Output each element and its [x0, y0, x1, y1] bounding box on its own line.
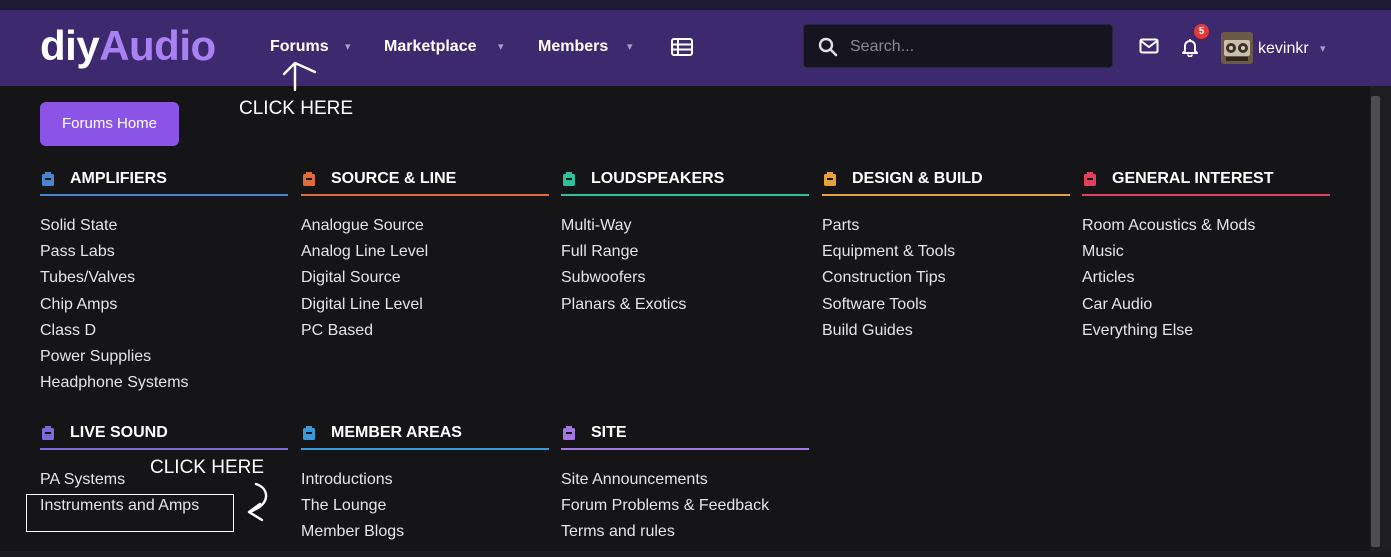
forum-link[interactable]: Articles: [1082, 265, 1255, 291]
category-title[interactable]: SITE: [591, 423, 627, 443]
forum-link[interactable]: Forum Problems & Feedback: [561, 493, 769, 519]
avatar[interactable]: [1221, 32, 1253, 64]
category-general-interest: GENERAL INTEREST Room Acoustics & Mods M…: [1082, 168, 1330, 339]
forum-link[interactable]: Class D: [40, 318, 189, 344]
forum-link[interactable]: Full Range: [561, 239, 686, 265]
forum-link[interactable]: Digital Line Level: [301, 292, 428, 318]
logo-diy: diy: [40, 22, 100, 69]
category-member-areas: MEMBER AREAS Introductions The Lounge Me…: [301, 422, 549, 540]
category-divider: [301, 448, 549, 450]
forum-link[interactable]: Power Supplies: [40, 344, 189, 370]
forum-link[interactable]: Analog Line Level: [301, 239, 428, 265]
forum-link[interactable]: Everything Else: [1082, 318, 1255, 344]
forum-link[interactable]: Introductions: [301, 467, 404, 493]
username[interactable]: kevinkr: [1258, 39, 1309, 59]
forum-link[interactable]: Room Acoustics & Mods: [1082, 213, 1255, 239]
forum-link[interactable]: Construction Tips: [822, 265, 955, 291]
category-title[interactable]: LIVE SOUND: [70, 423, 168, 443]
nav-forums[interactable]: Forums: [270, 37, 329, 57]
category-divider: [561, 194, 809, 196]
bell-icon[interactable]: [1181, 37, 1199, 62]
forum-link[interactable]: Solid State: [40, 213, 189, 239]
category-title[interactable]: DESIGN & BUILD: [852, 169, 983, 189]
up-arrow-annotation-icon: [282, 61, 317, 92]
forum-link[interactable]: Subwoofers: [561, 265, 686, 291]
curved-arrow-annotation-icon: [247, 482, 268, 522]
forum-link[interactable]: PC Based: [301, 318, 428, 344]
forum-link[interactable]: Tubes/Valves: [40, 265, 189, 291]
nav-members[interactable]: Members: [538, 37, 608, 57]
category-loudspeakers: LOUDSPEAKERS Multi-Way Full Range Subwoo…: [561, 168, 809, 313]
forum-link[interactable]: Site Announcements: [561, 467, 769, 493]
category-divider: [561, 448, 809, 450]
category-title[interactable]: MEMBER AREAS: [331, 423, 462, 443]
category-divider: [301, 194, 549, 196]
category-title[interactable]: LOUDSPEAKERS: [591, 169, 724, 189]
forum-node-icon: [824, 172, 836, 186]
search-input[interactable]: [848, 35, 1102, 59]
notification-badge: 5: [1194, 24, 1209, 39]
forums-chevron-down-icon[interactable]: ▾: [345, 37, 351, 57]
category-title[interactable]: SOURCE & LINE: [331, 169, 456, 189]
category-live-sound: LIVE SOUND PA Systems Instruments and Am…: [40, 422, 288, 514]
scrollbar-thumb[interactable]: [1371, 96, 1380, 547]
highlight-box: [26, 494, 234, 532]
forum-link[interactable]: Music: [1082, 239, 1255, 265]
mail-icon[interactable]: [1139, 38, 1159, 59]
top-strip: [0, 0, 1391, 10]
forum-node-icon: [303, 172, 315, 186]
forum-link[interactable]: Parts: [822, 213, 955, 239]
bottom-strip: [0, 551, 1391, 557]
forum-link[interactable]: Headphone Systems: [40, 370, 189, 396]
site-header: diyAudio Forums ▾ Marketplace ▾ Members …: [0, 10, 1391, 86]
category-divider: [1082, 194, 1330, 196]
forum-link[interactable]: Member Blogs: [301, 519, 404, 545]
category-divider: [40, 194, 288, 196]
category-divider: [40, 448, 288, 450]
forum-link[interactable]: Software Tools: [822, 292, 955, 318]
forums-home-button[interactable]: Forums Home: [40, 102, 179, 146]
forum-link[interactable]: Car Audio: [1082, 292, 1255, 318]
forum-node-icon: [42, 426, 54, 440]
category-title[interactable]: AMPLIFIERS: [70, 169, 167, 189]
forum-link[interactable]: Terms and rules: [561, 519, 769, 545]
category-site: SITE Site Announcements Forum Problems &…: [561, 422, 809, 540]
annotation-click-here-top: CLICK HERE: [239, 98, 354, 119]
site-logo[interactable]: diyAudio: [40, 24, 216, 68]
forum-node-icon: [563, 426, 575, 440]
forum-link[interactable]: Build Guides: [822, 318, 955, 344]
logo-audio: Audio: [99, 22, 216, 69]
marketplace-chevron-down-icon[interactable]: ▾: [498, 37, 504, 57]
category-amplifiers: AMPLIFIERS Solid State Pass Labs Tubes/V…: [40, 168, 288, 391]
forum-node-icon: [303, 426, 315, 440]
user-chevron-down-icon[interactable]: ▾: [1320, 39, 1326, 59]
forum-link[interactable]: Planars & Exotics: [561, 292, 686, 318]
forum-node-icon: [42, 172, 54, 186]
category-divider: [822, 194, 1070, 196]
forum-link[interactable]: The Lounge: [301, 493, 404, 519]
forum-link[interactable]: Digital Source: [301, 265, 428, 291]
category-source-line: SOURCE & LINE Analogue Source Analog Lin…: [301, 168, 549, 339]
forum-link[interactable]: Pass Labs: [40, 239, 189, 265]
forum-node-icon: [563, 172, 575, 186]
search-box[interactable]: [803, 24, 1113, 68]
list-icon[interactable]: [671, 38, 693, 61]
category-design-build: DESIGN & BUILD Parts Equipment & Tools C…: [822, 168, 1070, 339]
forum-link[interactable]: Analogue Source: [301, 213, 428, 239]
forum-link[interactable]: Chip Amps: [40, 292, 189, 318]
nav-marketplace[interactable]: Marketplace: [384, 37, 477, 57]
category-title[interactable]: GENERAL INTEREST: [1112, 169, 1274, 189]
forum-link[interactable]: Multi-Way: [561, 213, 686, 239]
annotation-click-here-bottom: CLICK HERE: [150, 457, 265, 478]
forum-node-icon: [1084, 172, 1096, 186]
forum-link[interactable]: Equipment & Tools: [822, 239, 955, 265]
members-chevron-down-icon[interactable]: ▾: [627, 37, 633, 57]
search-icon: [818, 37, 838, 57]
